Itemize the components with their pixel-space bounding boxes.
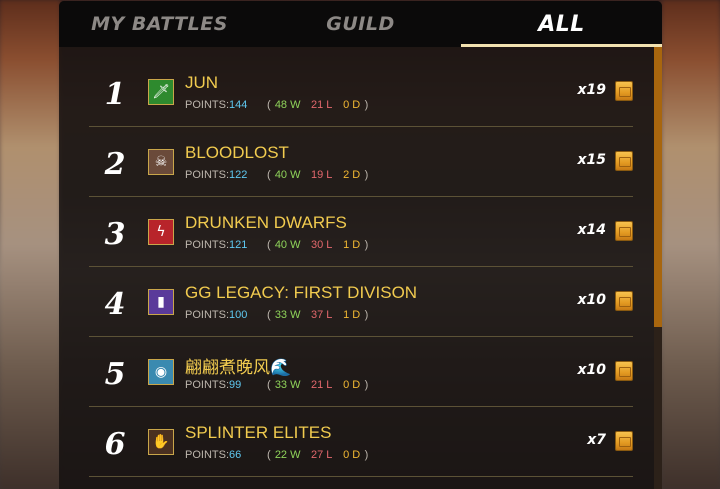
leaderboard-row[interactable]: 3 ϟ DRUNKEN DWARFS POINTS: 121 ( 40 W 30… bbox=[89, 197, 633, 267]
chest-count: x15 bbox=[577, 152, 606, 168]
chest-count: x19 bbox=[577, 82, 606, 98]
tab-guild[interactable]: GUILD bbox=[260, 1, 461, 47]
chest-icon bbox=[615, 221, 633, 241]
points-label: POINTS: bbox=[185, 379, 230, 391]
wins-value: 40 W bbox=[274, 169, 301, 181]
rank-number: 3 bbox=[104, 217, 126, 252]
draws-value: 0 D bbox=[343, 99, 361, 111]
background-left bbox=[0, 0, 60, 489]
chest-icon bbox=[615, 151, 633, 171]
draws-value: 0 D bbox=[343, 449, 361, 461]
wins-value: 33 W bbox=[274, 309, 301, 321]
guild-stats: POINTS: 66 ( 22 W 27 L 0 D ) bbox=[185, 449, 368, 461]
wins-value: 22 W bbox=[274, 449, 301, 461]
guild-stats: POINTS: 121 ( 40 W 30 L 1 D ) bbox=[185, 239, 368, 251]
guild-name[interactable]: DRUNKEN DWARFS bbox=[185, 213, 347, 233]
guild-name[interactable]: 翩翩煮晚风🌊 bbox=[185, 353, 291, 378]
chest-icon bbox=[615, 291, 633, 311]
draws-value: 0 D bbox=[343, 379, 361, 391]
orb-icon: ◉ bbox=[148, 359, 174, 385]
points-value: 99 bbox=[229, 379, 242, 391]
guild-stats: POINTS: 144 ( 48 W 21 L 0 D ) bbox=[185, 99, 368, 111]
background-right bbox=[662, 0, 720, 489]
book-icon: ▮ bbox=[148, 289, 174, 315]
points-label: POINTS: bbox=[185, 169, 230, 181]
wins-value: 33 W bbox=[274, 379, 301, 391]
chest-icon bbox=[615, 361, 633, 381]
paren-close: ) bbox=[364, 309, 369, 321]
paren-close: ) bbox=[364, 379, 369, 391]
tab-all[interactable]: ALL bbox=[461, 1, 662, 47]
tab-bar: MY BATTLES GUILD ALL bbox=[59, 1, 662, 47]
rank-number: 5 bbox=[104, 357, 126, 392]
chest-count: x7 bbox=[587, 432, 606, 448]
points-value: 100 bbox=[229, 309, 248, 321]
hand-icon: ✋ bbox=[148, 429, 174, 455]
wins-value: 48 W bbox=[274, 99, 301, 111]
guild-stats: POINTS: 100 ( 33 W 37 L 1 D ) bbox=[185, 309, 368, 321]
guild-stats: POINTS: 122 ( 40 W 19 L 2 D ) bbox=[185, 169, 368, 181]
losses-value: 37 L bbox=[310, 309, 333, 321]
draws-value: 2 D bbox=[343, 169, 361, 181]
guild-name[interactable]: GG LEGACY: FIRST DIVISON bbox=[185, 283, 417, 303]
guild-stats: POINTS: 99 ( 33 W 21 L 0 D ) bbox=[185, 379, 368, 391]
losses-value: 21 L bbox=[310, 379, 333, 391]
guild-name[interactable]: BLOODLOST bbox=[185, 143, 289, 163]
scrollbar-thumb[interactable] bbox=[654, 47, 662, 327]
sword-icon: 🗡 bbox=[148, 79, 174, 105]
points-label: POINTS: bbox=[185, 449, 230, 461]
draws-value: 1 D bbox=[343, 239, 361, 251]
leaderboard-row[interactable]: 6 ✋ SPLINTER ELITES POINTS: 66 ( 22 W 27… bbox=[89, 407, 633, 477]
points-label: POINTS: bbox=[185, 309, 230, 321]
chest-count: x10 bbox=[577, 292, 606, 308]
scrollbar[interactable] bbox=[654, 47, 662, 489]
rank-number: 2 bbox=[104, 147, 126, 182]
guild-name[interactable]: SPLINTER ELITES bbox=[185, 423, 331, 443]
paren-close: ) bbox=[364, 99, 369, 111]
leaderboard-row[interactable]: 5 ◉ 翩翩煮晚风🌊 POINTS: 99 ( 33 W 21 L 0 D ) … bbox=[89, 337, 633, 407]
losses-value: 19 L bbox=[310, 169, 333, 181]
skull-icon: ☠ bbox=[148, 149, 174, 175]
draws-value: 1 D bbox=[343, 309, 361, 321]
chest-count: x10 bbox=[577, 362, 606, 378]
rank-number: 4 bbox=[104, 287, 126, 322]
points-value: 122 bbox=[229, 169, 248, 181]
row-divider bbox=[89, 476, 633, 477]
paren-close: ) bbox=[364, 239, 369, 251]
wins-value: 40 W bbox=[274, 239, 301, 251]
tab-my-battles[interactable]: MY BATTLES bbox=[59, 1, 260, 47]
points-label: POINTS: bbox=[185, 99, 230, 111]
losses-value: 21 L bbox=[310, 99, 333, 111]
chest-icon bbox=[615, 431, 633, 451]
rank-number: 6 bbox=[104, 427, 126, 462]
chest-icon bbox=[615, 81, 633, 101]
leaderboard-row[interactable]: 1 🗡 JUN POINTS: 144 ( 48 W 21 L 0 D ) x1… bbox=[89, 57, 633, 127]
lightning-icon: ϟ bbox=[148, 219, 174, 245]
points-value: 121 bbox=[229, 239, 248, 251]
points-label: POINTS: bbox=[185, 239, 230, 251]
paren-close: ) bbox=[364, 449, 369, 461]
paren-close: ) bbox=[364, 169, 369, 181]
points-value: 144 bbox=[229, 99, 248, 111]
guild-name[interactable]: JUN bbox=[185, 73, 218, 93]
points-value: 66 bbox=[229, 449, 242, 461]
losses-value: 27 L bbox=[310, 449, 333, 461]
rank-number: 1 bbox=[104, 77, 126, 112]
chest-count: x14 bbox=[577, 222, 606, 238]
losses-value: 30 L bbox=[310, 239, 333, 251]
leaderboard-row[interactable]: 4 ▮ GG LEGACY: FIRST DIVISON POINTS: 100… bbox=[89, 267, 633, 337]
leaderboard-row[interactable]: 2 ☠ BLOODLOST POINTS: 122 ( 40 W 19 L 2 … bbox=[89, 127, 633, 197]
